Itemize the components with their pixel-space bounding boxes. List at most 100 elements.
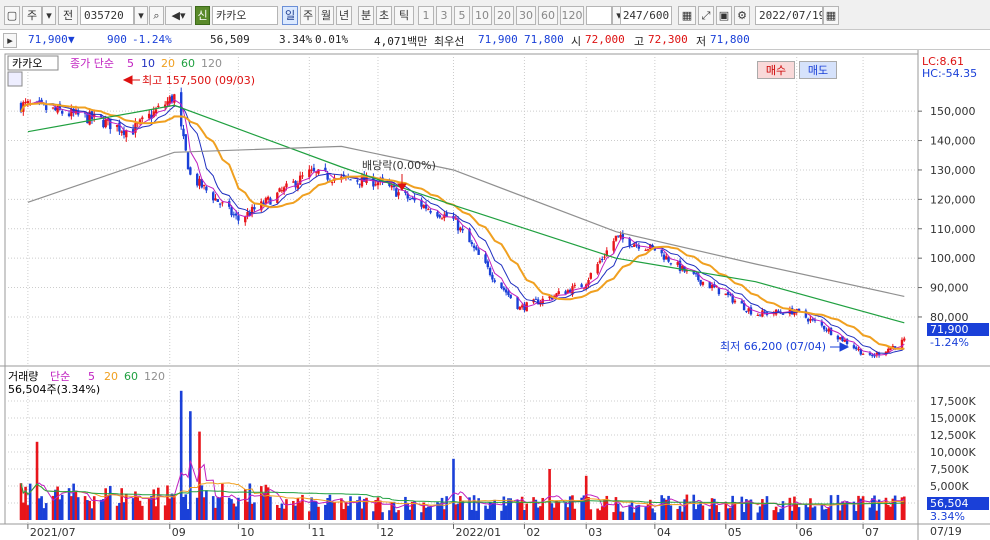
volume-bar [857, 495, 860, 520]
volume-bar [692, 494, 696, 520]
volume-bar [825, 508, 828, 520]
candle-body [196, 173, 199, 186]
volume-bar [205, 490, 208, 520]
settings-icon[interactable]: ⚙ [734, 6, 750, 25]
candle-body [836, 335, 840, 340]
candle-body [280, 190, 284, 192]
candle-body [253, 207, 256, 210]
volume-bar [507, 498, 510, 520]
count-field[interactable]: 247/600 [620, 6, 672, 25]
chart-settings-icon[interactable] [7, 71, 23, 87]
candle-body [861, 353, 865, 355]
volume-bar [763, 503, 766, 520]
candle-body [109, 118, 112, 130]
candle-body [331, 182, 334, 184]
candle-body [397, 192, 400, 196]
candle-body [459, 227, 462, 231]
volume-bar [74, 491, 78, 520]
volume-bar [472, 495, 476, 520]
type-selector[interactable]: 주 [22, 6, 42, 25]
volume-bar [147, 498, 151, 520]
volume-bar [312, 500, 316, 520]
volume-bar [868, 507, 872, 520]
type-dropdown-icon[interactable]: ▾ [42, 6, 56, 25]
calendar-icon[interactable]: ▦ [823, 6, 839, 25]
volume-bar [70, 496, 73, 520]
interval-20[interactable]: 20 [494, 6, 514, 25]
interval-5[interactable]: 5 [454, 6, 470, 25]
candle-body [157, 105, 160, 108]
date-field[interactable]: 2022/07/19 [755, 6, 823, 25]
candle-body [827, 328, 830, 332]
candle-body [745, 310, 748, 312]
candle-body [740, 301, 744, 304]
volume-bar [308, 511, 311, 520]
volume-bar [243, 489, 247, 520]
volume-bar [854, 511, 858, 520]
volume-title: 거래량 [8, 370, 38, 383]
volume-bar [761, 499, 764, 520]
quote-menu-icon[interactable]: ▸ [3, 33, 17, 48]
interval-30[interactable]: 30 [516, 6, 536, 25]
candle-body [724, 293, 727, 296]
candle-body [360, 176, 364, 187]
indicator-icon[interactable]: ▦ [678, 6, 696, 25]
quote-high-label: 고 [634, 35, 645, 48]
stock-chart[interactable]: 150,000 140,000 130,000 120,000 110,000 100,0… [0, 50, 990, 540]
candle-body [726, 292, 730, 295]
volume-bar [438, 503, 442, 520]
quote-bid: 71,800 [524, 33, 564, 46]
search-icon[interactable]: ⌕ [149, 6, 164, 25]
interval-10[interactable]: 10 [472, 6, 492, 25]
volume-bar [40, 496, 43, 520]
price-tick-label: 100,000 [930, 252, 976, 265]
volume-bar [838, 510, 842, 520]
interval-1[interactable]: 1 [418, 6, 434, 25]
code-dropdown-icon[interactable]: ▾ [134, 6, 148, 25]
volume-bar [301, 494, 304, 520]
volume-bar [644, 507, 648, 520]
volume-bar [22, 502, 25, 520]
custom-interval-field[interactable] [586, 6, 612, 25]
volume-bar [564, 501, 567, 520]
volume-bar [140, 505, 144, 520]
draw-tool-icon[interactable]: ⤢ [698, 6, 714, 25]
volume-bar [548, 469, 551, 520]
volume-current-tag-text: 56,504 [930, 497, 969, 510]
volume-bar [88, 500, 91, 520]
period-tab-year[interactable]: 년 [336, 6, 352, 25]
interval-120[interactable]: 120 [560, 6, 584, 25]
candle-body [212, 192, 215, 201]
volume-bar [777, 512, 780, 520]
volume-bar [346, 505, 350, 520]
period-tab-minute[interactable]: 분 [358, 6, 374, 25]
speaker-icon[interactable]: ◀▾ [165, 6, 192, 25]
stock-code-input[interactable]: 035720 [80, 6, 134, 25]
candle-body [44, 105, 48, 111]
volume-bar [333, 501, 336, 520]
jeon-button[interactable]: 전 [58, 6, 78, 25]
period-tab-tick[interactable]: 틱 [394, 6, 414, 25]
candle-body [179, 92, 183, 127]
window-menu-icon[interactable]: ▢ [4, 6, 20, 25]
candle-body [491, 274, 494, 280]
candle-body [601, 258, 604, 260]
volume-bar [253, 502, 256, 520]
period-tab-month[interactable]: 월 [318, 6, 334, 25]
volume-bar [72, 483, 75, 520]
volume-bar [804, 504, 808, 520]
period-tab-day[interactable]: 일 [282, 6, 298, 25]
x-end-label: 07/19 [930, 525, 962, 538]
volume-bar [875, 510, 879, 520]
interval-3[interactable]: 3 [436, 6, 452, 25]
volume-tick-label: 12,500K [930, 429, 976, 442]
candle-body [809, 318, 812, 321]
period-tab-week[interactable]: 주 [300, 6, 316, 25]
candle-body [230, 207, 233, 216]
interval-60[interactable]: 60 [538, 6, 558, 25]
save-icon[interactable]: ▣ [716, 6, 732, 25]
volume-bar [388, 510, 391, 520]
stock-name-field: 카카오 [212, 6, 278, 25]
volume-bar [138, 500, 142, 520]
period-tab-second[interactable]: 초 [376, 6, 392, 25]
